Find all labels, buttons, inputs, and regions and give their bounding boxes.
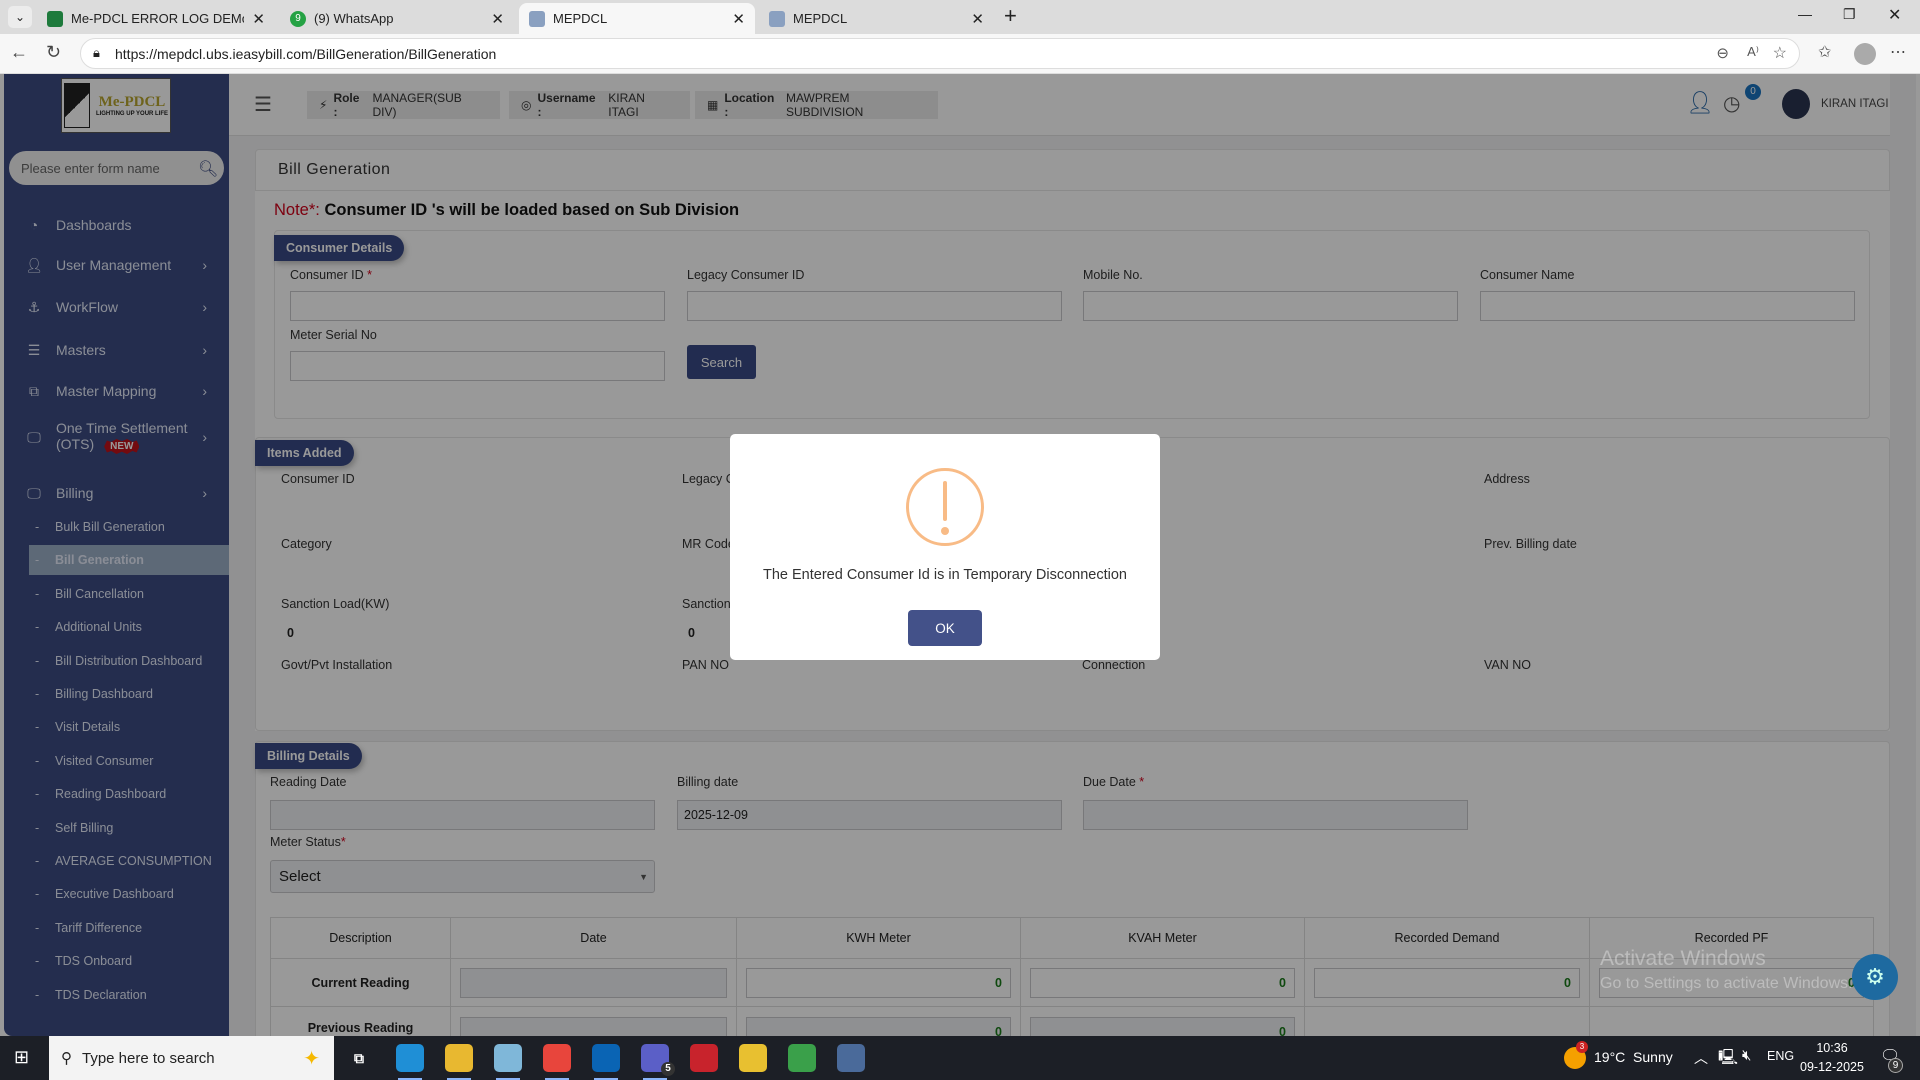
warning-icon (906, 468, 984, 546)
new-tab-button[interactable]: + (1004, 3, 1017, 29)
mepdcl-favicon (769, 10, 785, 27)
more-menu-icon[interactable]: ⋯ (1890, 42, 1906, 62)
task-view-icon[interactable]: ⧉ (345, 1044, 373, 1072)
windows-start-icon[interactable]: ⊞ (14, 1047, 29, 1068)
clock[interactable]: 10:36 09-12-2025 (1800, 1039, 1864, 1077)
edge-icon[interactable] (385, 1036, 435, 1080)
notification-count: 9 (1888, 1058, 1903, 1073)
weather-text[interactable]: 19°C Sunny (1594, 1049, 1673, 1065)
reload-icon[interactable]: ↻ (46, 42, 61, 63)
ok-button[interactable]: OK (908, 610, 982, 646)
activate-windows-watermark: Activate Windows Go to Settings to activa… (1600, 947, 1853, 992)
mepdcl-favicon (529, 10, 545, 27)
language-indicator[interactable]: ENG (1767, 1049, 1794, 1063)
browser-tab-bar: ⌄ Me-PDCL ERROR LOG DEMo (1) ( ✕ 9 (9) Wha… (0, 0, 1920, 34)
outlook-icon[interactable] (592, 1044, 620, 1080)
tab-title: MEPDCL (553, 11, 608, 26)
close-window-button[interactable]: ✕ (1888, 5, 1901, 25)
taskbar-search-placeholder: Type here to search (82, 1049, 215, 1067)
sparkle-icon: ✦ (303, 1047, 320, 1070)
close-tab-icon[interactable]: ✕ (971, 10, 984, 28)
spreadsheet-icon[interactable] (788, 1044, 816, 1072)
tab-mepdcl-active[interactable]: MEPDCL ✕ (519, 3, 755, 34)
close-tab-icon[interactable]: ✕ (491, 10, 504, 28)
url-text: https://mepdcl.ubs.ieasybill.com/BillGen… (115, 45, 497, 62)
favorite-star-icon[interactable]: ☆ (1773, 43, 1787, 63)
app-icon[interactable] (739, 1044, 767, 1072)
favorites-icon[interactable]: ✩ (1818, 42, 1831, 62)
excel-icon (47, 10, 63, 27)
teams-badge: 5 (661, 1062, 675, 1076)
tab-title: Me-PDCL ERROR LOG DEMo (1) ( (71, 11, 244, 26)
url-input[interactable]: 🔒︎ https://mepdcl.ubs.ieasybill.com/Bill… (80, 38, 1800, 69)
teams-icon[interactable]: 5 (641, 1044, 675, 1080)
taskbar-search-box[interactable]: ⚲ Type here to search ✦ (49, 1036, 334, 1080)
zoom-icon[interactable]: ⊖ (1716, 44, 1729, 62)
close-tab-icon[interactable]: ✕ (252, 10, 265, 28)
notepad-icon[interactable] (494, 1044, 522, 1080)
whatsapp-icon: 9 (290, 10, 306, 27)
chrome-icon[interactable] (543, 1044, 571, 1080)
security-icon[interactable] (690, 1044, 718, 1072)
address-bar-row: ← ↻ 🔒︎ https://mepdcl.ubs.ieasybill.com/… (0, 34, 1920, 74)
volume-muted-icon[interactable]: 🔇︎ (1742, 1047, 1751, 1064)
alert-message: The Entered Consumer Id is in Temporary … (762, 567, 1127, 583)
network-icon[interactable]: 🖳︎ (1718, 1047, 1738, 1072)
search-icon: ⚲ (61, 1050, 72, 1067)
calculator-icon[interactable] (837, 1044, 865, 1072)
restore-button[interactable]: ❐ (1843, 6, 1856, 23)
tab-mepdcl[interactable]: MEPDCL ✕ (759, 3, 994, 34)
weather-badge: 3 (1576, 1041, 1588, 1053)
tab-error-log[interactable]: Me-PDCL ERROR LOG DEMo (1) ( ✕ (37, 3, 275, 34)
alert-dialog: The Entered Consumer Id is in Temporary … (730, 434, 1160, 660)
chevron-up-icon[interactable]: ︿ (1694, 1048, 1708, 1068)
read-aloud-icon[interactable]: A⁾ (1747, 44, 1759, 60)
minimize-button[interactable]: — (1798, 6, 1812, 22)
tab-whatsapp[interactable]: 9 (9) WhatsApp ✕ (280, 3, 514, 34)
profile-avatar[interactable] (1854, 43, 1876, 65)
close-tab-icon[interactable]: ✕ (732, 10, 745, 28)
lock-icon: 🔒︎ (93, 45, 100, 60)
tab-title: (9) WhatsApp (314, 11, 394, 26)
windows-taskbar: ⊞ ⚲ Type here to search ✦ ⧉ 5 3 19°C Sunny … (0, 1036, 1920, 1080)
back-icon[interactable]: ← (10, 42, 28, 63)
settings-gear-button[interactable]: ⚙︎ (1852, 954, 1898, 1000)
tab-list-button[interactable]: ⌄ (8, 6, 32, 28)
tab-title: MEPDCL (793, 11, 848, 26)
file-explorer-icon[interactable] (445, 1044, 473, 1080)
